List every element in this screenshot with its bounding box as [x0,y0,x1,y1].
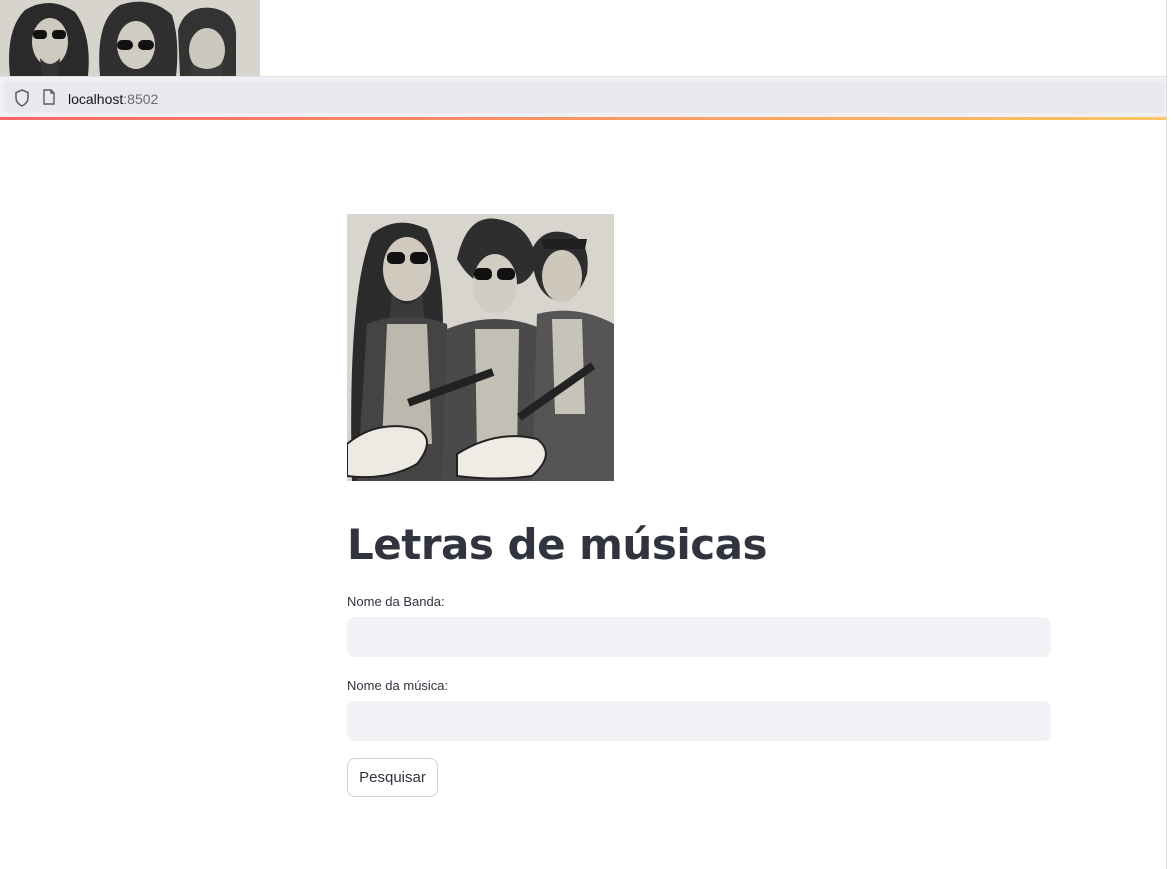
shield-icon[interactable] [14,89,30,107]
window-right-edge [1166,0,1173,869]
page-title: Letras de músicas [347,520,767,569]
page-icon [43,89,55,105]
url-host: localhost [68,91,124,107]
browser-address-bar: localhost:8502 [0,76,1166,118]
app-decoration-bar [0,117,1166,120]
url-field[interactable] [4,81,1164,113]
band-illustration-image [347,214,614,481]
song-name-label: Nome da música: [347,678,449,693]
band-name-input[interactable] [347,617,1051,657]
url-port: :8502 [123,91,159,107]
url-text[interactable]: localhost:8502 [68,91,158,107]
header-band-image [0,0,260,76]
search-button[interactable]: Pesquisar [347,758,438,797]
song-name-input[interactable] [347,701,1051,741]
band-name-label: Nome da Banda: [347,594,445,609]
